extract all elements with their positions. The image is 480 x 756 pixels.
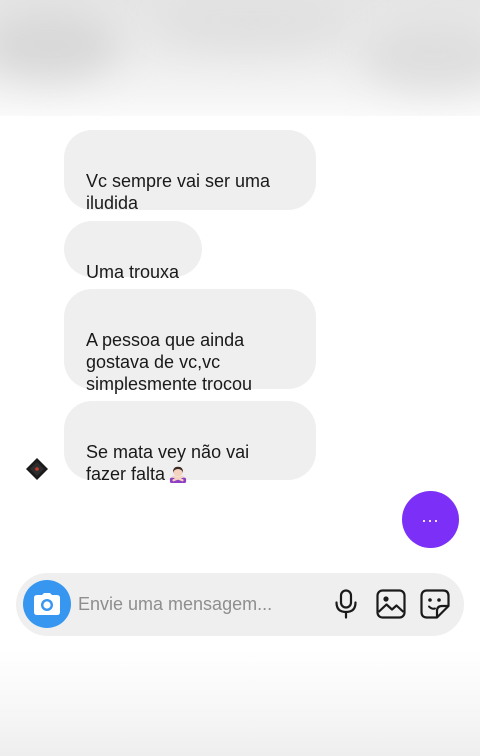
message-text: Vc sempre vai ser uma iludida <box>86 171 271 213</box>
typing-dots: ... <box>421 506 440 526</box>
message-bubble[interactable]: Uma trouxa <box>64 221 202 282</box>
message-composer <box>16 573 464 636</box>
voice-message-button[interactable] <box>329 587 363 621</box>
message-text: Uma trouxa <box>86 262 180 282</box>
message-bubble[interactable]: A pessoa que ainda gostava de vc,vc simp… <box>64 289 316 394</box>
person-gesturing-no-emoji <box>169 466 187 483</box>
message-bubble[interactable]: Se mata vey não vai fazer falta <box>64 401 316 484</box>
chat-screen: Vc sempre vai ser uma iludida Uma trouxa… <box>0 0 480 756</box>
message-text: A pessoa que ainda gostava de vc,vc simp… <box>86 330 253 394</box>
microphone-icon <box>335 589 357 619</box>
camera-icon <box>34 593 60 615</box>
gallery-button[interactable] <box>374 587 408 621</box>
sticker-button[interactable] <box>418 587 452 621</box>
gallery-icon <box>376 589 406 619</box>
message-input[interactable] <box>78 591 318 617</box>
typing-indicator: ... <box>402 491 459 548</box>
blurred-header <box>0 0 480 116</box>
sticker-icon <box>420 589 450 619</box>
bottom-fade <box>0 650 480 756</box>
camera-button[interactable] <box>23 580 71 628</box>
message-text: Se mata vey não vai fazer falta <box>86 442 250 484</box>
avatar[interactable] <box>26 458 48 480</box>
message-bubble[interactable]: Vc sempre vai ser uma iludida <box>64 130 316 213</box>
